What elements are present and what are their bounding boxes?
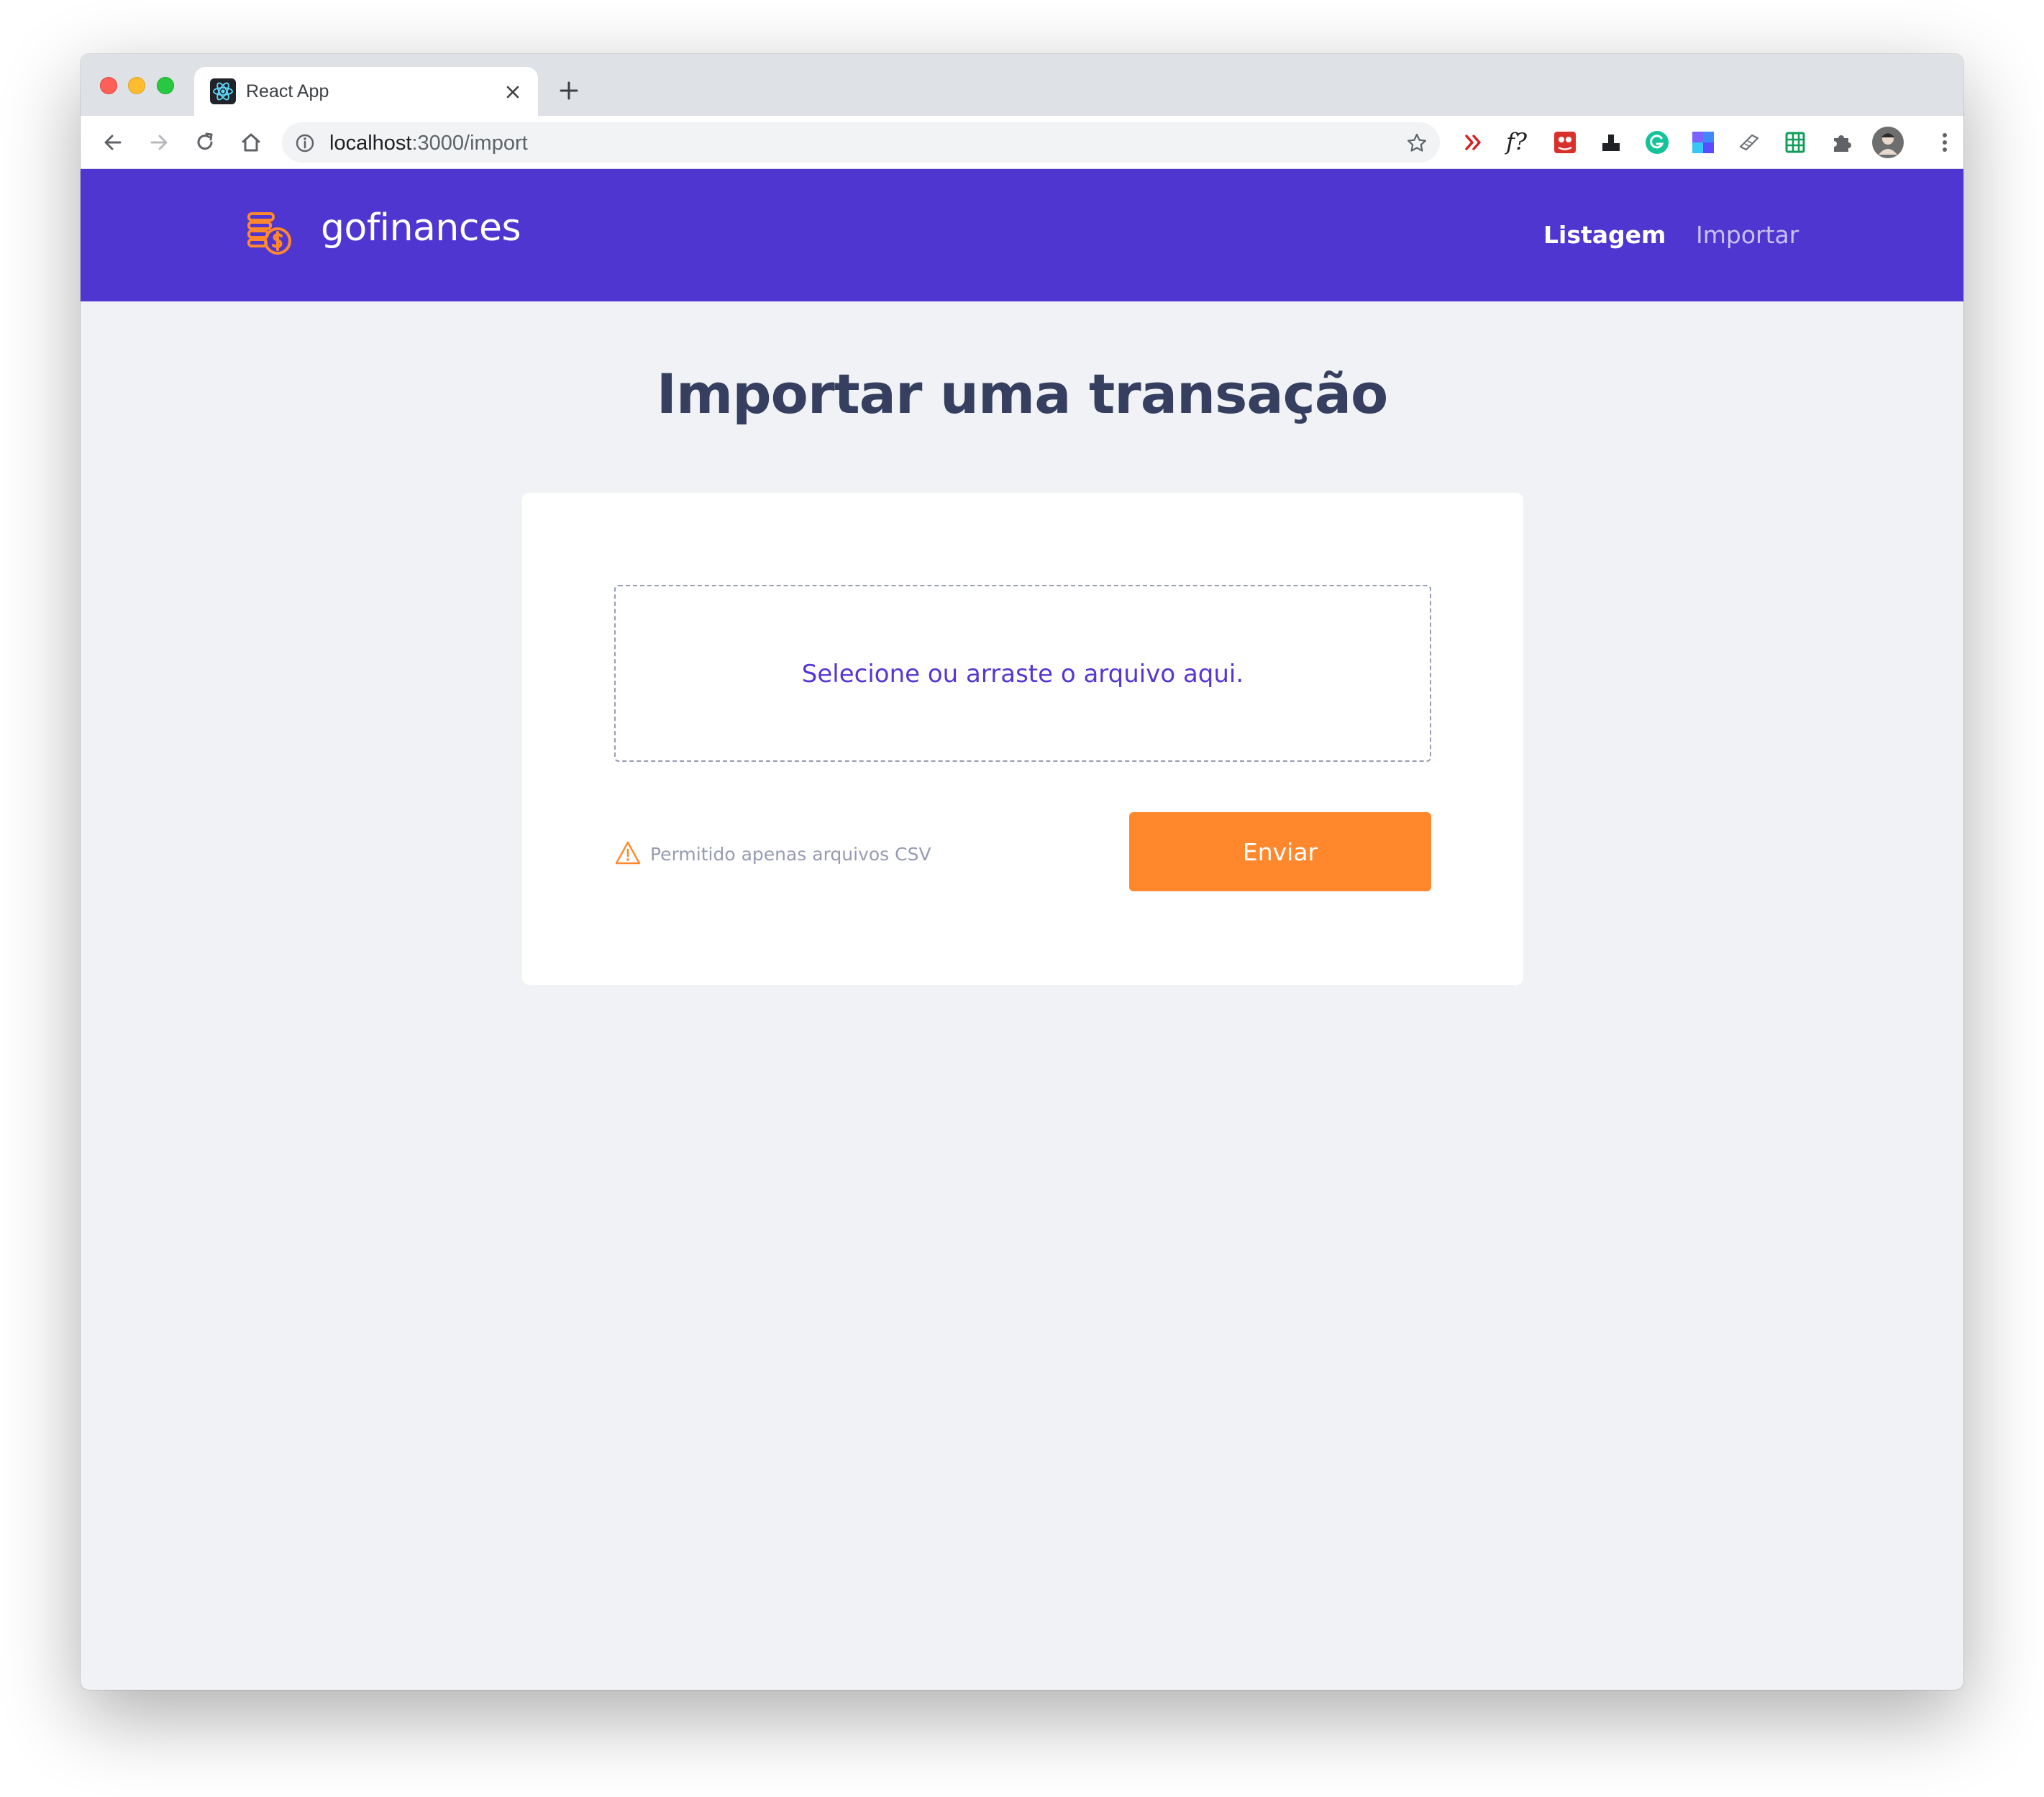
app-header: gofinances Listagem Importar [81, 169, 1963, 301]
dropzone-text: Selecione ou arraste o arquivo aqui. [801, 660, 1244, 688]
minimize-window-button[interactable] [128, 77, 145, 94]
grammarly-icon[interactable] [1644, 129, 1670, 155]
blocks-ext-icon[interactable] [1690, 129, 1716, 155]
url-host: localhost [329, 132, 412, 155]
browser-window: React App localhost:3000/import f? gofin… [81, 54, 1963, 1690]
file-dropzone[interactable]: Selecione ou arraste o arquivo aqui. [614, 585, 1431, 762]
new-tab-icon[interactable] [557, 78, 581, 103]
reload-icon[interactable] [193, 130, 217, 155]
sheets-icon[interactable] [1782, 129, 1808, 155]
forward-icon[interactable] [147, 130, 171, 155]
black-ext-icon[interactable] [1598, 129, 1624, 155]
page-title: Importar uma transação [656, 362, 1388, 426]
url-path: :3000/import [411, 132, 528, 155]
bookmark-star-icon[interactable] [1405, 132, 1428, 155]
submit-button[interactable]: Enviar [1129, 812, 1431, 891]
coins-logo-icon[interactable] [245, 208, 296, 260]
maximize-window-button[interactable] [157, 77, 174, 94]
note-ext-icon[interactable] [1736, 129, 1762, 155]
profile-avatar[interactable] [1871, 126, 1904, 159]
close-tab-icon[interactable] [503, 83, 522, 101]
nav-importar[interactable]: Importar [1696, 221, 1799, 249]
brand-name[interactable]: gofinances [321, 206, 521, 250]
puzzle-icon[interactable] [1828, 129, 1854, 155]
double-chevron-ext-icon[interactable] [1460, 129, 1486, 155]
back-icon[interactable] [101, 130, 125, 155]
tab-strip: React App [81, 54, 1963, 116]
alert-triangle-icon [615, 841, 641, 865]
red-ext-icon[interactable] [1552, 129, 1578, 155]
tab-title: React App [246, 81, 329, 101]
react-icon [210, 78, 236, 104]
tab-react-app[interactable]: React App [194, 67, 538, 116]
home-icon[interactable] [239, 130, 263, 155]
csv-note-text: Permitido apenas arquivos CSV [650, 844, 931, 865]
site-info-icon[interactable] [295, 133, 315, 153]
kebab-menu-icon[interactable] [1932, 129, 1958, 155]
import-card: Selecione ou arraste o arquivo aqui. Per… [522, 493, 1523, 985]
formula-ext-icon[interactable]: f? [1506, 127, 1527, 156]
close-window-button[interactable] [100, 77, 117, 94]
nav-listagem[interactable]: Listagem [1543, 221, 1666, 249]
browser-toolbar: localhost:3000/import f? [81, 116, 1963, 169]
url-text: localhost:3000/import [329, 132, 528, 155]
address-bar[interactable]: localhost:3000/import [282, 122, 1440, 163]
